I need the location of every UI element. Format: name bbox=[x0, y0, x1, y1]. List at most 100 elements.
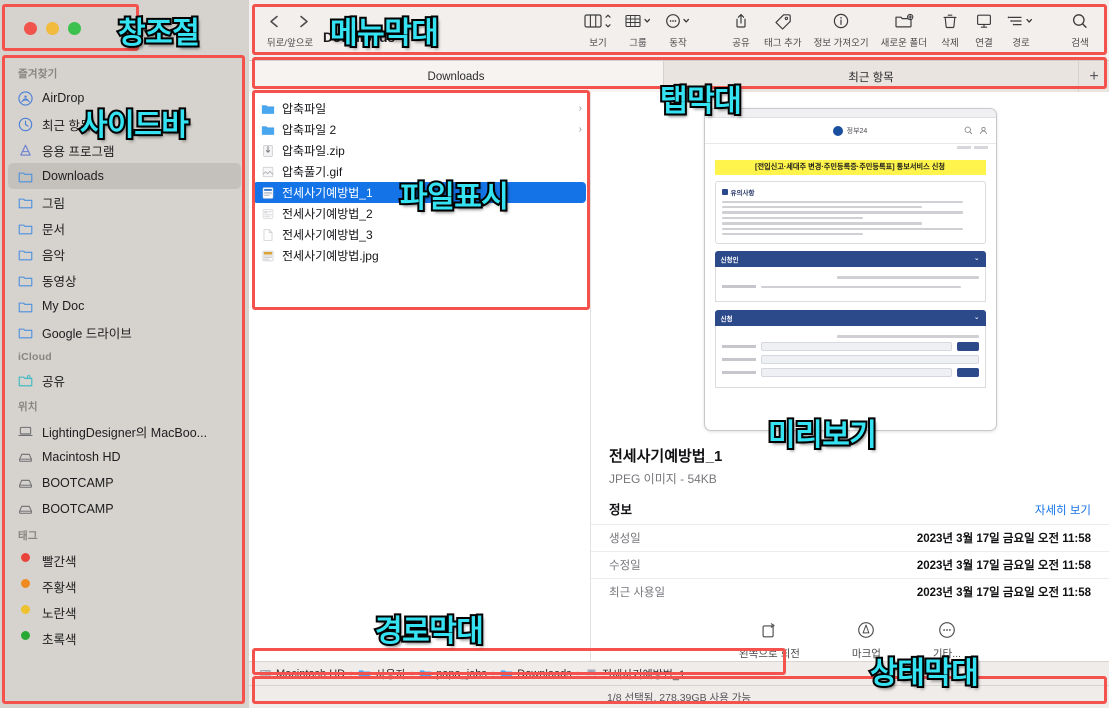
path-item-users[interactable]: 사용자 bbox=[358, 666, 406, 682]
shared-folder-icon bbox=[18, 373, 33, 388]
window-controls[interactable] bbox=[24, 22, 81, 35]
group-button[interactable]: 그룹 bbox=[618, 8, 658, 49]
folder-icon bbox=[18, 299, 33, 314]
more-icon[interactable] bbox=[936, 619, 958, 641]
sidebar-item-tag-red[interactable]: 빨간색 bbox=[8, 547, 241, 573]
new-folder-icon[interactable] bbox=[893, 8, 915, 34]
maximize-icon[interactable] bbox=[68, 22, 81, 35]
sidebar-item-label: 그림 bbox=[42, 196, 66, 211]
sidebar-item-bootcamp-2[interactable]: BOOTCAMP bbox=[8, 496, 241, 522]
sidebar-item-shared[interactable]: 공유 bbox=[8, 367, 241, 393]
toolbar-label: 경로 bbox=[1012, 38, 1030, 49]
main-area: 뒤로/앞으로 Downloads 보기 그룹 동작 공유 태그 추가 정보 가져… bbox=[249, 0, 1109, 708]
sidebar-item-pictures[interactable]: 그림 bbox=[8, 189, 241, 215]
minimize-icon[interactable] bbox=[46, 22, 59, 35]
sidebar-item-tag-orange[interactable]: 주황색 bbox=[8, 573, 241, 599]
image-icon bbox=[261, 186, 275, 200]
search-button[interactable]: 검색 bbox=[1063, 8, 1097, 49]
folder-icon bbox=[18, 221, 33, 236]
path-item-downloads[interactable]: Downloads bbox=[500, 667, 572, 680]
tab-label: Downloads bbox=[427, 70, 485, 83]
site-logo: 정부24 bbox=[832, 125, 868, 136]
tab-bar[interactable]: Downloads 최근 항목 + bbox=[249, 60, 1109, 92]
connect-icon[interactable] bbox=[975, 8, 993, 34]
status-text: 1/8 선택됨, 278.39GB 사용 가능 bbox=[606, 691, 752, 704]
columns-view-icon[interactable] bbox=[584, 8, 612, 34]
sidebar-item-bootcamp-1[interactable]: BOOTCAMP bbox=[8, 470, 241, 496]
list-item-selected[interactable]: 전세사기예방법_1 bbox=[253, 182, 586, 203]
add-tag-button[interactable]: 태그 추가 bbox=[758, 8, 808, 49]
image-icon bbox=[261, 207, 275, 221]
more-action[interactable]: 기타... bbox=[933, 619, 961, 661]
trash-icon[interactable] bbox=[941, 8, 959, 34]
list-item[interactable]: 압축풀기.gif bbox=[249, 161, 590, 182]
sidebar-item-documents[interactable]: 문서 bbox=[8, 215, 241, 241]
list-item[interactable]: 전세사기예방법.jpg bbox=[249, 245, 590, 266]
site-name: 정부24 bbox=[846, 127, 868, 135]
actions-button[interactable]: 동작 bbox=[658, 8, 698, 49]
actions-icon[interactable] bbox=[664, 8, 692, 34]
sidebar-item-music[interactable]: 음악 bbox=[8, 241, 241, 267]
finder-window: 즐겨찾기 AirDrop 최근 항목 응용 프로그램 Downloads 그림 … bbox=[0, 0, 1109, 708]
sidebar[interactable]: 즐겨찾기 AirDrop 최근 항목 응용 프로그램 Downloads 그림 … bbox=[0, 0, 249, 708]
list-item[interactable]: 압축파일.zip bbox=[249, 140, 590, 161]
sidebar-item-airdrop[interactable]: AirDrop bbox=[8, 85, 241, 111]
sidebar-item-my-doc[interactable]: My Doc bbox=[8, 293, 241, 319]
path-item-papa-jobs[interactable]: papa_jobs bbox=[419, 667, 487, 680]
list-item[interactable]: 압축파일 › bbox=[249, 98, 590, 119]
sidebar-item-tag-yellow[interactable]: 노란색 bbox=[8, 599, 241, 625]
view-button[interactable]: 보기 bbox=[578, 8, 618, 49]
show-more-link[interactable]: 자세히 보기 bbox=[1035, 502, 1091, 518]
new-tab-button[interactable]: + bbox=[1079, 61, 1109, 92]
path-button[interactable]: 경로 bbox=[1001, 8, 1041, 49]
path-item-file[interactable]: 전세사기예방법_1 bbox=[585, 666, 685, 682]
tab-downloads[interactable]: Downloads bbox=[249, 61, 664, 92]
sidebar-item-recents[interactable]: 최근 항목 bbox=[8, 111, 241, 137]
path-item-macintosh-hd[interactable]: Macintosh HD bbox=[259, 667, 345, 680]
chevron-right-icon[interactable]: › bbox=[579, 103, 582, 114]
chevron-left-right-icon[interactable] bbox=[264, 8, 316, 34]
sidebar-item-movies[interactable]: 동영상 bbox=[8, 267, 241, 293]
delete-button[interactable]: 삭제 bbox=[933, 8, 967, 49]
toolbar-label: 연결 bbox=[975, 38, 993, 49]
new-folder-button[interactable]: 새로운 폴더 bbox=[875, 8, 933, 49]
search-icon[interactable] bbox=[1070, 8, 1090, 34]
file-name: 압축풀기.gif bbox=[282, 165, 343, 179]
get-info-button[interactable]: 정보 가져오기 bbox=[808, 8, 875, 49]
markup-icon[interactable] bbox=[855, 619, 877, 641]
list-item[interactable]: 전세사기예방법_3 bbox=[249, 224, 590, 245]
tag-icon[interactable] bbox=[773, 8, 793, 34]
share-icon[interactable] bbox=[731, 8, 751, 34]
nav-back-forward[interactable]: 뒤로/앞으로 bbox=[257, 8, 323, 49]
folder-icon bbox=[18, 325, 33, 340]
toolbar: 뒤로/앞으로 Downloads 보기 그룹 동작 공유 태그 추가 정보 가져… bbox=[249, 0, 1109, 60]
rotate-left-icon[interactable] bbox=[758, 619, 780, 641]
gov-logo-icon bbox=[832, 125, 843, 136]
path-bar[interactable]: Macintosh HD › 사용자 › papa_jobs › Downloa… bbox=[249, 661, 1109, 685]
sidebar-item-applications[interactable]: 응용 프로그램 bbox=[8, 137, 241, 163]
info-icon[interactable] bbox=[831, 8, 851, 34]
sidebar-item-macintosh-hd[interactable]: Macintosh HD bbox=[8, 444, 241, 470]
chevron-down-icon: ⌄ bbox=[974, 255, 980, 263]
folder-icon bbox=[261, 123, 275, 137]
sidebar-item-tag-green[interactable]: 초록색 bbox=[8, 625, 241, 651]
share-button[interactable]: 공유 bbox=[724, 8, 758, 49]
chevron-right-icon[interactable]: › bbox=[579, 124, 582, 135]
close-icon[interactable] bbox=[24, 22, 37, 35]
path-icon[interactable] bbox=[1007, 8, 1035, 34]
group-icon[interactable] bbox=[624, 8, 652, 34]
file-list[interactable]: 압축파일 › 압축파일 2 › 압축파일.zip 압축풀기.gif 전세사기예방… bbox=[249, 92, 590, 661]
highlight-banner: [전입신고·세대주 변경·주민등록증·주민등록표] 통보서비스 신청 bbox=[714, 160, 986, 175]
connect-button[interactable]: 연결 bbox=[967, 8, 1001, 49]
sidebar-item-google-drive[interactable]: Google 드라이브 bbox=[8, 319, 241, 345]
list-item[interactable]: 압축파일 2 › bbox=[249, 119, 590, 140]
tab-recents[interactable]: 최근 항목 bbox=[664, 61, 1079, 92]
rotate-left-action[interactable]: 왼쪽으로 회전 bbox=[739, 619, 800, 661]
sidebar-item-downloads[interactable]: Downloads bbox=[8, 163, 241, 189]
path-label: papa_jobs bbox=[436, 667, 487, 680]
form-label bbox=[721, 285, 756, 289]
list-item[interactable]: 전세사기예방법_2 bbox=[249, 203, 590, 224]
markup-action[interactable]: 마크업 bbox=[852, 619, 881, 661]
info-value: 2023년 3월 17일 금요일 오전 11:58 bbox=[916, 587, 1091, 599]
sidebar-item-macbook[interactable]: LightingDesigner의 MacBoo... bbox=[8, 418, 241, 444]
